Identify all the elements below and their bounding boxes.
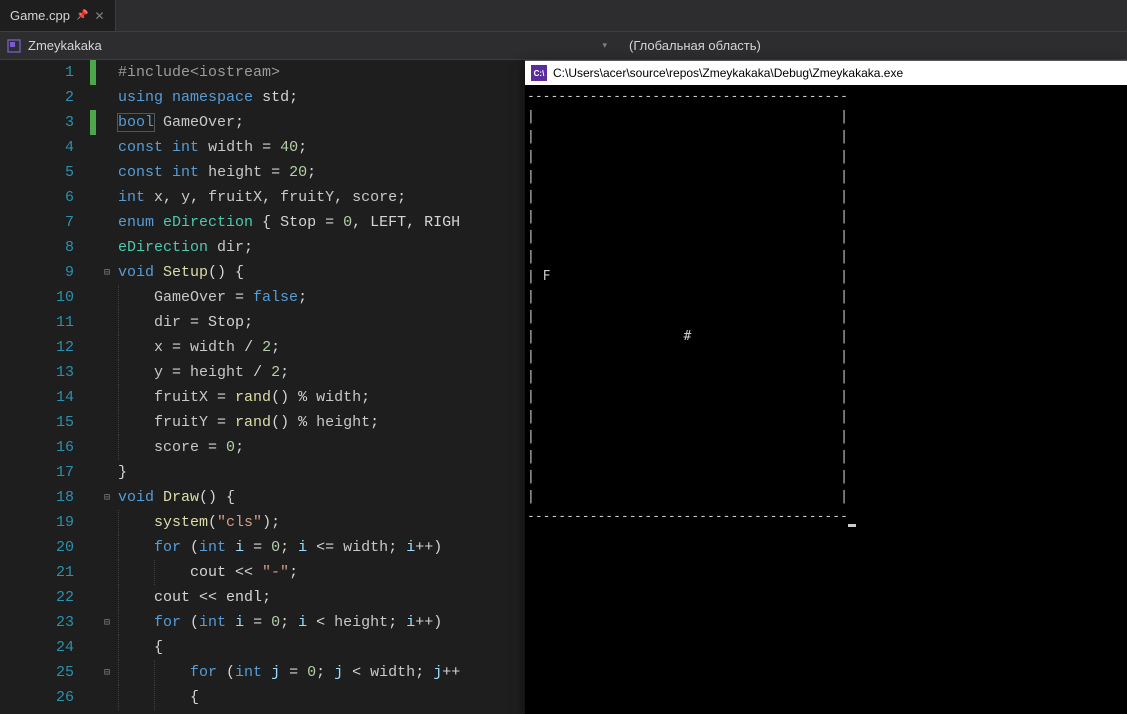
line-number: 11 <box>0 310 88 335</box>
fold-spacer <box>98 685 116 710</box>
fold-spacer <box>98 385 116 410</box>
line-number: 22 <box>0 585 88 610</box>
fold-spacer <box>98 135 116 160</box>
line-number: 17 <box>0 460 88 485</box>
editor-tab[interactable]: Game.cpp 📌 ✕ <box>0 0 116 31</box>
fold-spacer <box>98 310 116 335</box>
fold-spacer <box>98 435 116 460</box>
project-name: Zmeykakaka <box>28 38 102 53</box>
change-marker <box>90 235 96 260</box>
change-marker <box>90 260 96 285</box>
navigation-bar: Zmeykakaka ▾ (Глобальная область) <box>0 32 1127 60</box>
console-window[interactable]: C:\ C:\Users\acer\source\repos\Zmeykakak… <box>525 60 1127 714</box>
change-marker <box>90 160 96 185</box>
fold-spacer <box>98 110 116 135</box>
change-marker <box>90 635 96 660</box>
change-marker <box>90 310 96 335</box>
fold-spacer <box>98 360 116 385</box>
line-number: 21 <box>0 560 88 585</box>
line-number: 3 <box>0 110 88 135</box>
change-marker <box>90 560 96 585</box>
line-number: 13 <box>0 360 88 385</box>
fold-spacer <box>98 335 116 360</box>
fold-spacer <box>98 510 116 535</box>
line-number: 26 <box>0 685 88 710</box>
tab-bar: Game.cpp 📌 ✕ <box>0 0 1127 32</box>
change-marker <box>90 485 96 510</box>
fold-toggle-icon[interactable]: ⊟ <box>98 610 116 635</box>
line-number: 23 <box>0 610 88 635</box>
fold-spacer <box>98 185 116 210</box>
line-number: 6 <box>0 185 88 210</box>
fold-spacer <box>98 285 116 310</box>
fold-toggle-icon[interactable]: ⊟ <box>98 660 116 685</box>
change-marker <box>90 460 96 485</box>
change-marker <box>90 435 96 460</box>
line-number: 18 <box>0 485 88 510</box>
line-number: 1 <box>0 60 88 85</box>
fold-spacer <box>98 635 116 660</box>
fold-spacer <box>98 560 116 585</box>
change-marker <box>90 410 96 435</box>
scope-dropdown[interactable]: (Глобальная область) <box>615 38 761 53</box>
line-number: 9 <box>0 260 88 285</box>
line-number-gutter: 1234567891011121314151617181920212223242… <box>0 60 88 714</box>
line-number: 15 <box>0 410 88 435</box>
fold-spacer <box>98 60 116 85</box>
pin-icon[interactable]: 📌 <box>76 10 88 21</box>
change-marker <box>90 110 96 135</box>
change-marker-column <box>88 60 98 714</box>
line-number: 20 <box>0 535 88 560</box>
close-icon[interactable]: ✕ <box>94 9 104 23</box>
change-marker <box>90 360 96 385</box>
change-marker <box>90 210 96 235</box>
line-number: 8 <box>0 235 88 260</box>
change-marker <box>90 585 96 610</box>
change-marker <box>90 510 96 535</box>
console-app-icon: C:\ <box>531 65 547 81</box>
line-number: 10 <box>0 285 88 310</box>
line-number: 14 <box>0 385 88 410</box>
change-marker <box>90 610 96 635</box>
change-marker <box>90 135 96 160</box>
scope-label: (Глобальная область) <box>629 38 761 53</box>
fold-toggle-icon[interactable]: ⊟ <box>98 485 116 510</box>
change-marker <box>90 685 96 710</box>
fold-spacer <box>98 585 116 610</box>
console-title-bar[interactable]: C:\ C:\Users\acer\source\repos\Zmeykakak… <box>525 61 1127 85</box>
fold-spacer <box>98 535 116 560</box>
line-number: 12 <box>0 335 88 360</box>
line-number: 5 <box>0 160 88 185</box>
fold-spacer <box>98 410 116 435</box>
fold-column: ⊟ ⊟ ⊟ ⊟ <box>98 60 116 714</box>
fold-toggle-icon[interactable]: ⊟ <box>98 260 116 285</box>
chevron-down-icon: ▾ <box>602 40 607 51</box>
line-number: 4 <box>0 135 88 160</box>
change-marker <box>90 660 96 685</box>
line-number: 16 <box>0 435 88 460</box>
console-cursor <box>848 524 856 527</box>
change-marker <box>90 335 96 360</box>
console-output: ----------------------------------------… <box>525 85 1127 714</box>
line-number: 24 <box>0 635 88 660</box>
line-number: 25 <box>0 660 88 685</box>
line-number: 19 <box>0 510 88 535</box>
cpp-project-icon <box>6 38 22 54</box>
change-marker <box>90 535 96 560</box>
tab-filename: Game.cpp <box>10 8 70 23</box>
fold-spacer <box>98 210 116 235</box>
change-marker <box>90 185 96 210</box>
change-marker <box>90 60 96 85</box>
change-marker <box>90 385 96 410</box>
fold-spacer <box>98 85 116 110</box>
change-marker <box>90 285 96 310</box>
line-number: 2 <box>0 85 88 110</box>
change-marker <box>90 85 96 110</box>
fold-spacer <box>98 235 116 260</box>
fold-spacer <box>98 160 116 185</box>
console-title-text: C:\Users\acer\source\repos\Zmeykakaka\De… <box>553 66 903 80</box>
fold-spacer <box>98 460 116 485</box>
project-scope-dropdown[interactable]: Zmeykakaka ▾ <box>0 38 615 54</box>
line-number: 7 <box>0 210 88 235</box>
